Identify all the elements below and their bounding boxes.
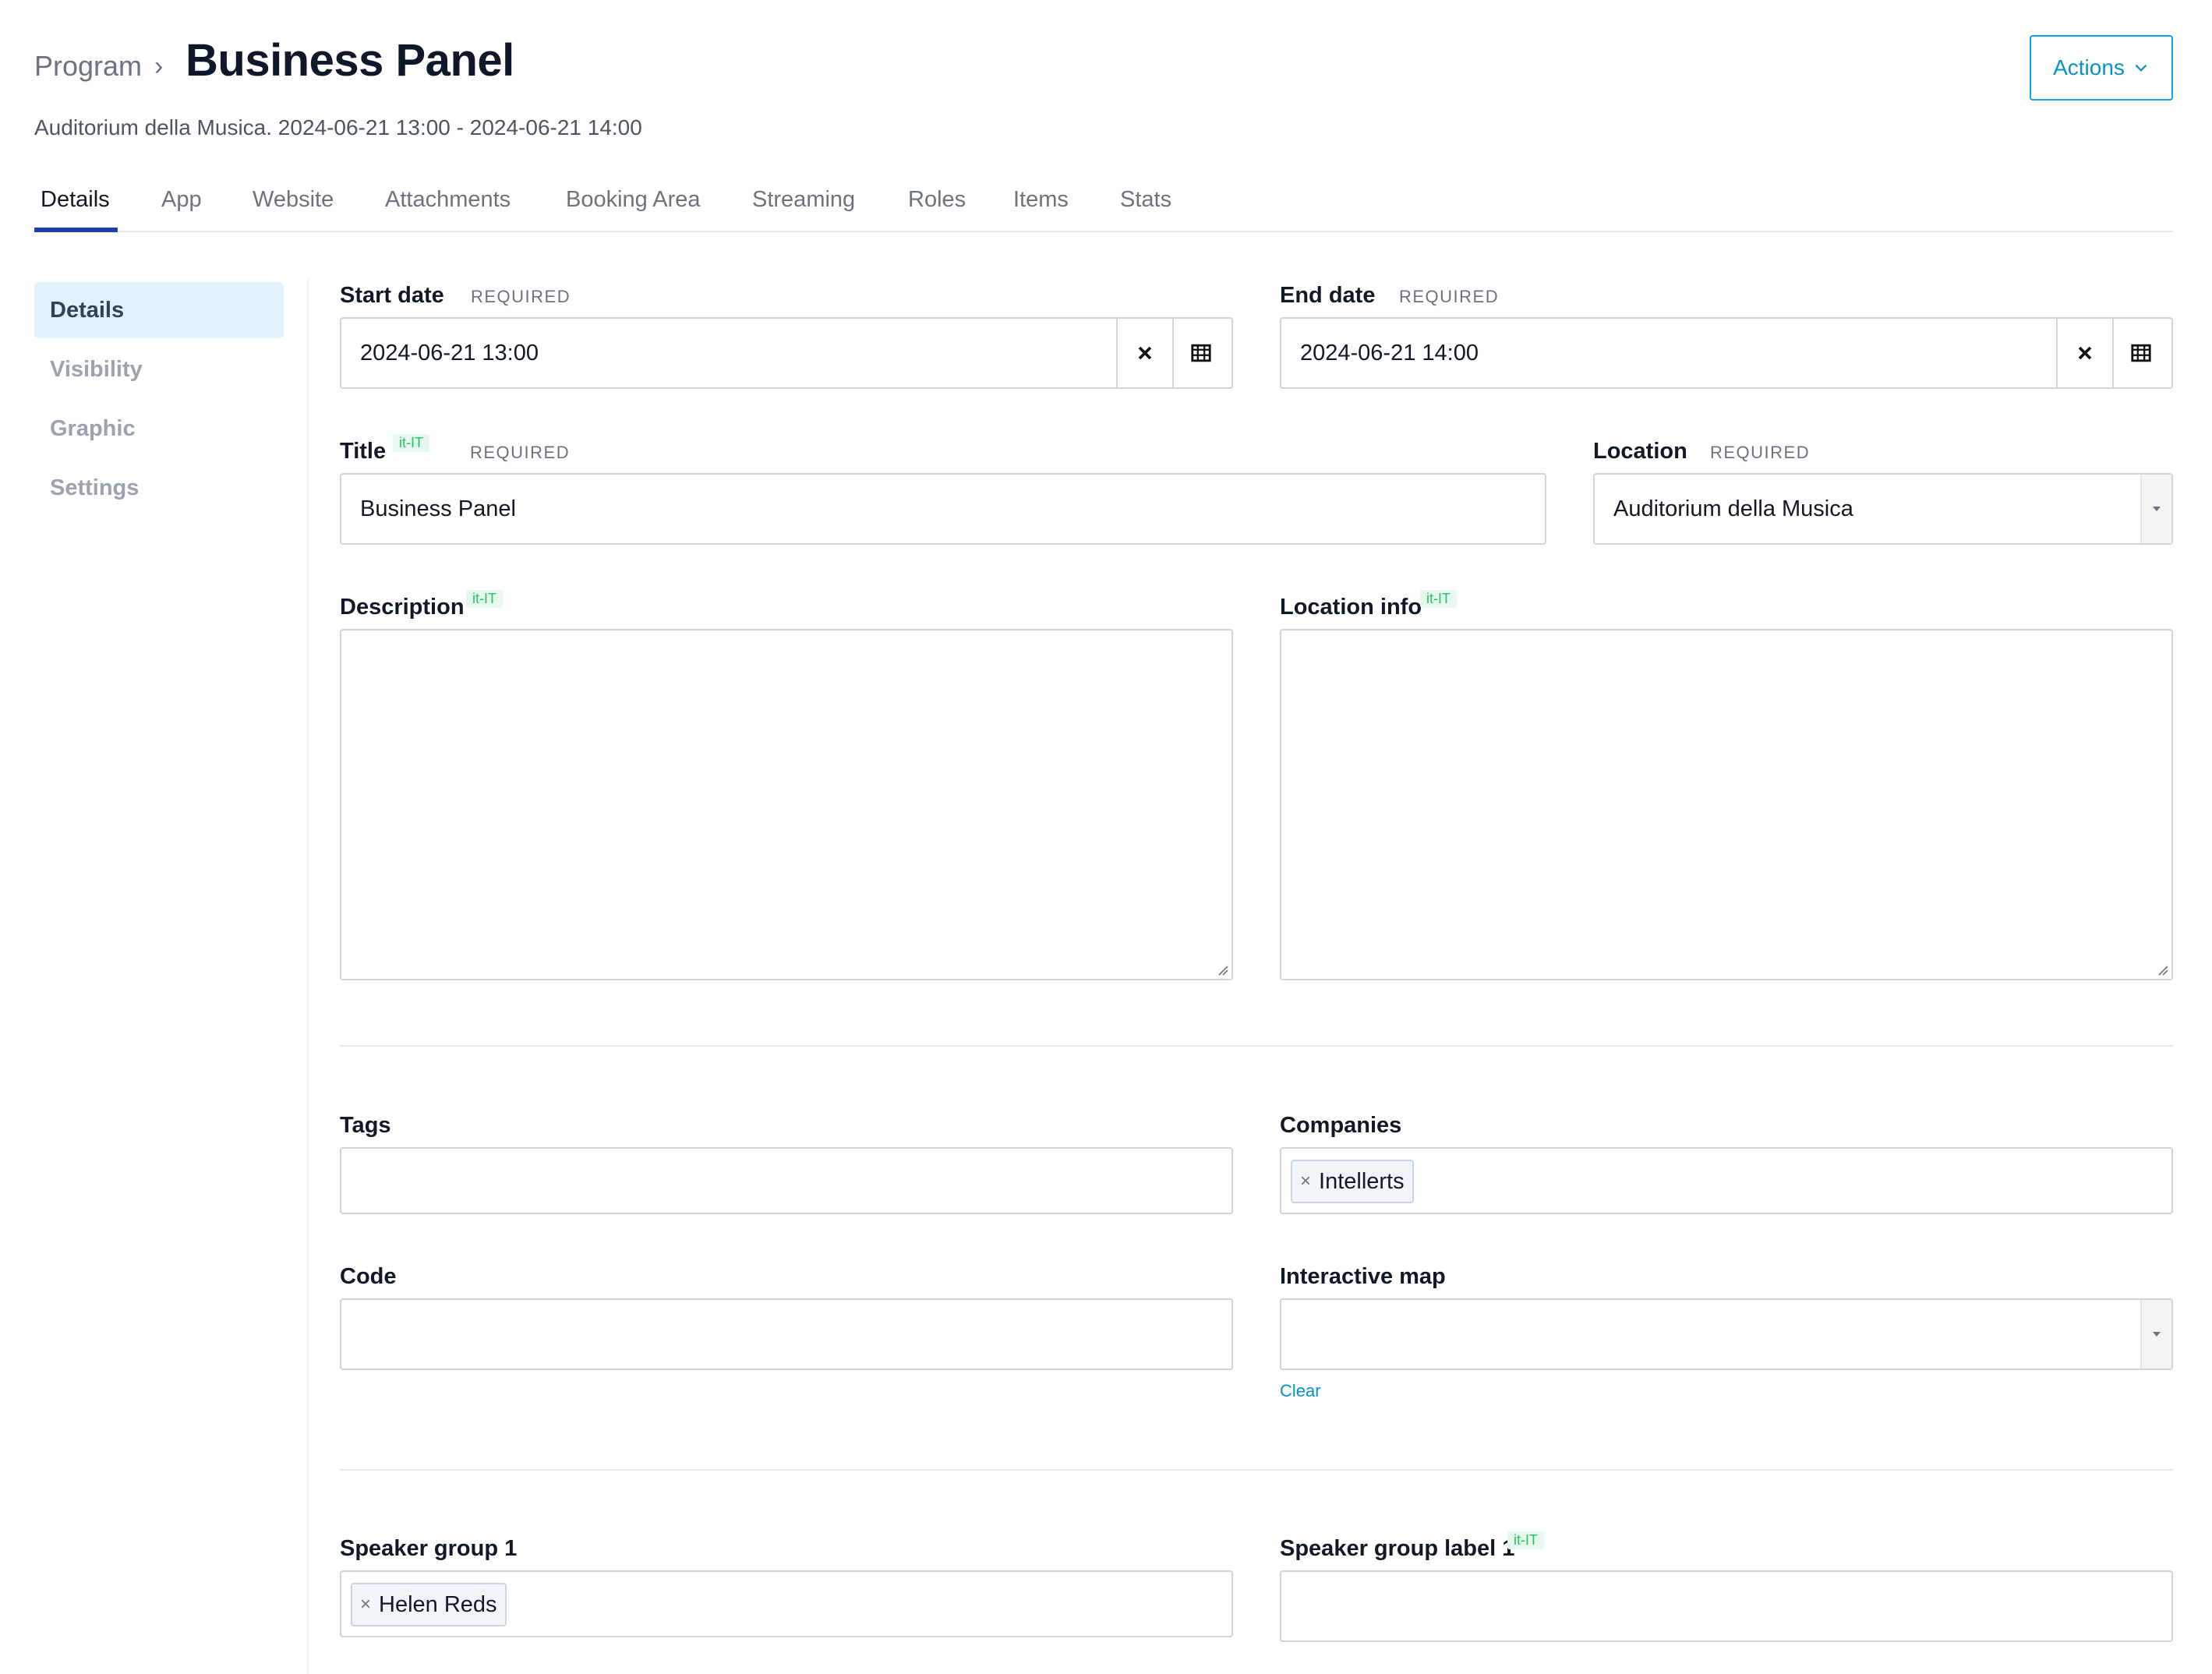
breadcrumb-program-link[interactable]: Program: [34, 50, 142, 83]
start-date-clear-button[interactable]: [1116, 319, 1172, 387]
tab-website[interactable]: Website: [253, 187, 334, 232]
sidebar-item-visibility[interactable]: Visibility: [34, 341, 284, 397]
section-divider: [340, 1045, 2173, 1047]
interactive-map-label: Interactive map: [1280, 1264, 1446, 1289]
sidebar-item-label: Visibility: [50, 356, 143, 382]
section-divider: [340, 1469, 2173, 1471]
close-icon: [2078, 346, 2092, 360]
start-date-label: Start date: [340, 283, 444, 308]
start-date-input[interactable]: 2024-06-21 13:00: [340, 317, 1233, 389]
tab-items[interactable]: Items: [1013, 187, 1069, 232]
location-label: Location: [1593, 439, 1687, 464]
caret-down-icon: [2153, 1332, 2161, 1337]
end-date-clear-button[interactable]: [2056, 319, 2112, 387]
required-badge: REQUIRED: [470, 443, 571, 462]
companies-label: Companies: [1280, 1113, 1402, 1138]
locale-tag: it-IT: [466, 590, 503, 608]
actions-button[interactable]: Actions: [2030, 35, 2173, 101]
chevron-right-icon: ›: [154, 51, 164, 81]
required-badge: REQUIRED: [1399, 287, 1500, 306]
end-date-value: 2024-06-21 14:00: [1300, 340, 1479, 366]
active-tab-indicator: [34, 228, 118, 232]
required-badge: REQUIRED: [1710, 443, 1811, 462]
locale-tag: it-IT: [1507, 1531, 1544, 1549]
sidebar-item-label: Settings: [50, 475, 140, 500]
start-date-value: 2024-06-21 13:00: [360, 340, 539, 366]
sidebar-item-graphic[interactable]: Graphic: [34, 401, 284, 457]
chevron-down-icon: [2135, 64, 2147, 72]
chip-label: Helen Reds: [379, 1591, 497, 1617]
sidebar-item-label: Graphic: [50, 415, 136, 441]
locale-tag: it-IT: [393, 434, 429, 452]
sidebar-item-settings[interactable]: Settings: [34, 460, 284, 516]
interactive-map-clear-link[interactable]: Clear: [1280, 1381, 1321, 1401]
tab-bar: Details App Website Attachments Booking …: [34, 187, 2173, 232]
sidebar-divider: [307, 279, 309, 1674]
tab-booking-area[interactable]: Booking Area: [566, 187, 701, 232]
speaker-chip: × Helen Reds: [351, 1583, 507, 1626]
location-info-label: Location info: [1280, 595, 1422, 620]
title-input[interactable]: Business Panel: [340, 473, 1546, 545]
location-dropdown-toggle[interactable]: [2140, 475, 2171, 543]
sidebar-item-label: Details: [50, 297, 125, 323]
speaker-group-label-1-input[interactable]: [1280, 1570, 2173, 1642]
company-chip: × Intellerts: [1291, 1160, 1414, 1203]
caret-down-icon: [2153, 507, 2161, 511]
interactive-map-select[interactable]: [1280, 1298, 2173, 1370]
end-date-calendar-button[interactable]: [2112, 319, 2168, 387]
speaker-group-1-input[interactable]: × Helen Reds: [340, 1570, 1233, 1637]
chip-label: Intellerts: [1319, 1168, 1405, 1194]
chip-remove-icon[interactable]: ×: [1300, 1172, 1311, 1191]
locale-tag: it-IT: [1420, 590, 1457, 608]
tab-attachments[interactable]: Attachments: [385, 187, 511, 232]
tags-input[interactable]: [340, 1147, 1233, 1214]
chip-remove-icon[interactable]: ×: [360, 1595, 371, 1614]
actions-button-label: Actions: [2053, 55, 2125, 79]
tags-label: Tags: [340, 1113, 391, 1138]
title-label: Title: [340, 439, 387, 464]
interactive-map-dropdown-toggle[interactable]: [2140, 1300, 2171, 1369]
resize-handle-icon[interactable]: [2156, 963, 2168, 976]
close-icon: [1138, 346, 1152, 360]
tab-stats[interactable]: Stats: [1120, 187, 1171, 232]
location-select[interactable]: Auditorium della Musica: [1593, 473, 2173, 545]
speaker-group-label-1-label: Speaker group label 1: [1280, 1536, 1515, 1561]
calendar-grid-icon: [2131, 344, 2151, 362]
required-badge: REQUIRED: [471, 287, 571, 306]
tab-details[interactable]: Details: [41, 187, 110, 232]
location-info-textarea[interactable]: [1280, 629, 2173, 980]
description-label: Description: [340, 595, 465, 620]
location-value: Auditorium della Musica: [1613, 496, 1853, 521]
calendar-grid-icon: [1191, 344, 1211, 362]
end-date-label: End date: [1280, 283, 1376, 308]
title-value: Business Panel: [360, 496, 516, 521]
description-textarea[interactable]: [340, 629, 1233, 980]
page-title: Business Panel: [186, 35, 514, 86]
tab-app[interactable]: App: [161, 187, 202, 232]
tab-roles[interactable]: Roles: [908, 187, 966, 232]
end-date-input[interactable]: 2024-06-21 14:00: [1280, 317, 2173, 389]
tab-streaming[interactable]: Streaming: [752, 187, 855, 232]
resize-handle-icon[interactable]: [1216, 963, 1228, 976]
page-subtitle: Auditorium della Musica. 2024-06-21 13:0…: [34, 115, 642, 140]
companies-input[interactable]: × Intellerts: [1280, 1147, 2173, 1214]
start-date-calendar-button[interactable]: [1172, 319, 1228, 387]
code-label: Code: [340, 1264, 397, 1289]
code-input[interactable]: [340, 1298, 1233, 1370]
sidebar-item-details[interactable]: Details: [34, 282, 284, 338]
speaker-group-1-label: Speaker group 1: [340, 1536, 518, 1561]
